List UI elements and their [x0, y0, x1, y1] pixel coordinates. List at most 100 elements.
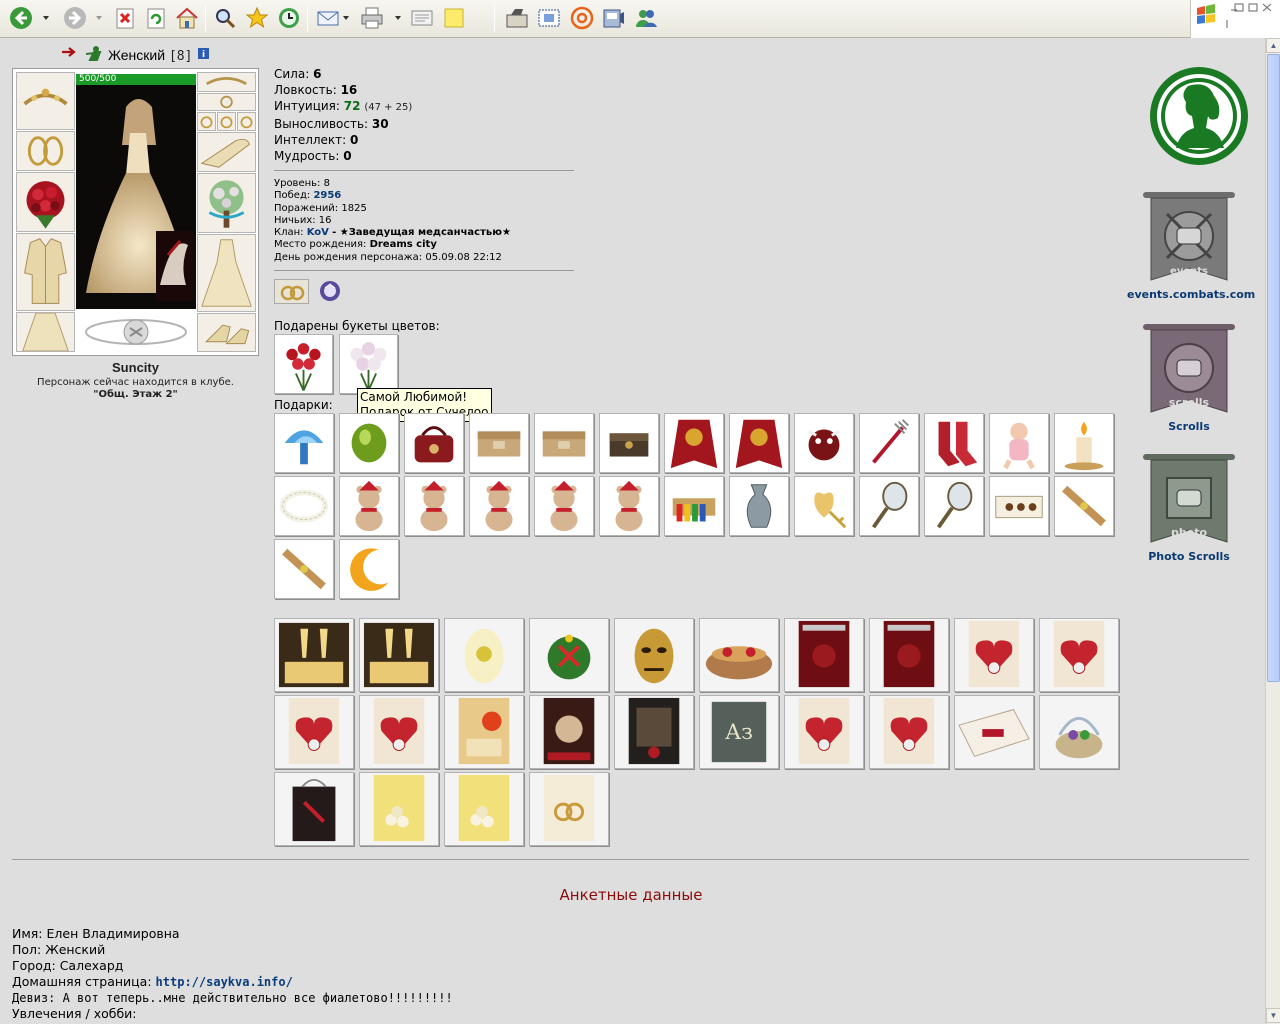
gloves-slot[interactable] [197, 132, 256, 172]
gift-silver-vase[interactable] [729, 476, 789, 536]
gift-candle[interactable] [1054, 413, 1114, 473]
weapon-slot-bouquet[interactable] [16, 172, 75, 232]
gift-golden-key-heart[interactable] [794, 476, 854, 536]
print-dropdown-icon[interactable] [395, 16, 401, 20]
gift-rolling-pin[interactable] [1054, 476, 1114, 536]
align-badge[interactable] [1148, 66, 1250, 169]
card-love-book[interactable] [869, 618, 949, 692]
events-link[interactable]: events.combats.com [1127, 288, 1255, 301]
gift-teddy-bear[interactable] [599, 476, 659, 536]
ring-slot-2[interactable] [217, 112, 236, 131]
ring-slot-3[interactable] [237, 112, 256, 131]
scroll-up-icon[interactable]: ▲ [1266, 38, 1280, 53]
vertical-scrollbar[interactable]: ▲ ▼ [1265, 38, 1280, 1024]
card-yellow-flower-egg[interactable] [444, 618, 524, 692]
gift-teddy-bear[interactable] [339, 476, 399, 536]
notes-icon[interactable] [441, 5, 467, 31]
legs-slot-skirt[interactable] [16, 312, 75, 352]
card-roses-card[interactable] [359, 772, 439, 846]
back-dropdown-icon[interactable] [43, 16, 49, 20]
card-rings-card[interactable] [529, 772, 609, 846]
events-banner[interactable]: events events.combats.com [1127, 188, 1255, 301]
gift-red-socks[interactable] [924, 413, 984, 473]
arrow-right-icon[interactable] [62, 46, 78, 58]
gift-hand-mirror[interactable] [859, 476, 919, 536]
card-heart-card[interactable] [784, 695, 864, 769]
favorites-icon[interactable] [244, 5, 270, 31]
bracelet-slot[interactable] [16, 131, 75, 171]
clan-badge-icon[interactable] [318, 279, 343, 304]
card-heart-card[interactable] [954, 618, 1034, 692]
forward-dropdown-icon[interactable] [96, 16, 102, 20]
scroll-down-icon[interactable]: ▼ [1266, 1008, 1280, 1023]
screenshot-icon[interactable] [536, 5, 562, 31]
gift-red-fork[interactable] [859, 413, 919, 473]
card-gift-basket[interactable] [699, 618, 779, 692]
messenger-icon[interactable] [633, 5, 659, 31]
boots-slot[interactable] [197, 313, 256, 352]
mail-dropdown-icon[interactable] [343, 16, 349, 20]
gift-red-handbag[interactable] [404, 413, 464, 473]
cloak-slot-dress[interactable] [197, 234, 256, 312]
mail-icon[interactable] [315, 5, 341, 31]
research-icon[interactable] [504, 5, 530, 31]
helmet-slot-tiara[interactable] [16, 72, 75, 130]
shield-slot-tree[interactable] [197, 173, 256, 233]
armor-slot-jacket[interactable] [16, 233, 75, 311]
gift-wooden-box[interactable] [469, 413, 529, 473]
card-easter-basket[interactable] [1039, 695, 1119, 769]
forward-icon[interactable] [62, 5, 88, 31]
card-christmas-ball[interactable] [529, 618, 609, 692]
card-golden-mask[interactable] [614, 618, 694, 692]
gift-teddy-bear[interactable] [469, 476, 529, 536]
scroll-thumb[interactable] [1267, 54, 1280, 682]
earrings-slot[interactable] [197, 72, 256, 92]
card-balloon-card[interactable] [444, 695, 524, 769]
gift-green-gem[interactable] [339, 413, 399, 473]
card-envelope-card[interactable] [954, 695, 1034, 769]
card-heart-card[interactable] [274, 695, 354, 769]
flower-bouquet-roses[interactable] [274, 334, 333, 394]
gift-baby-doll[interactable] [989, 413, 1049, 473]
card-heart-card[interactable] [1039, 618, 1119, 692]
stop-icon[interactable] [112, 5, 138, 31]
gift-crescent-moon[interactable] [339, 539, 399, 599]
gift-crystal-mushroom[interactable] [274, 413, 334, 473]
homepage-link[interactable]: http://saykva.info/ [156, 975, 293, 989]
gift-red-cloak[interactable] [664, 413, 724, 473]
history-icon[interactable] [276, 5, 302, 31]
refresh-icon[interactable] [143, 5, 169, 31]
scrolls-banner[interactable]: scrolls Scrolls [1127, 320, 1251, 433]
at-icon[interactable] [569, 5, 595, 31]
photo-scrolls-banner[interactable]: photo Photo Scrolls [1127, 450, 1251, 563]
gift-hand-mirror[interactable] [924, 476, 984, 536]
back-icon[interactable] [8, 5, 34, 31]
clan-link[interactable]: KoV [307, 227, 329, 238]
gift-wooden-box[interactable] [534, 413, 594, 473]
card-fist-poster[interactable] [529, 695, 609, 769]
card-heart-card[interactable] [869, 695, 949, 769]
card-champagne-card[interactable] [274, 618, 354, 692]
amulet-slot[interactable] [197, 93, 256, 111]
gift-bull-toy[interactable] [794, 413, 854, 473]
scrolls-link[interactable]: Scrolls [1127, 420, 1251, 433]
print-icon[interactable] [359, 5, 385, 31]
wedding-rings-icon[interactable] [274, 279, 309, 304]
edit-icon[interactable] [409, 5, 435, 31]
card-gift-bag[interactable] [274, 772, 354, 846]
flower-bouquet-lilies[interactable] [339, 334, 398, 394]
card-combat-card[interactable] [614, 695, 694, 769]
media-icon[interactable] [600, 5, 626, 31]
ring-slot-1[interactable] [197, 112, 216, 131]
gift-jewel-casket[interactable] [599, 413, 659, 473]
card-love-book[interactable] [784, 618, 864, 692]
card-champagne-card[interactable] [359, 618, 439, 692]
gift-pearl-necklace[interactable] [274, 476, 334, 536]
gift-color-pencils[interactable] [664, 476, 724, 536]
home-icon[interactable] [174, 5, 200, 31]
gift-red-cloak[interactable] [729, 413, 789, 473]
character-nick[interactable]: Suncity [12, 360, 259, 375]
gift-teddy-bear[interactable] [404, 476, 464, 536]
gift-chocolate-box[interactable] [989, 476, 1049, 536]
gift-rolling-pin[interactable] [274, 539, 334, 599]
